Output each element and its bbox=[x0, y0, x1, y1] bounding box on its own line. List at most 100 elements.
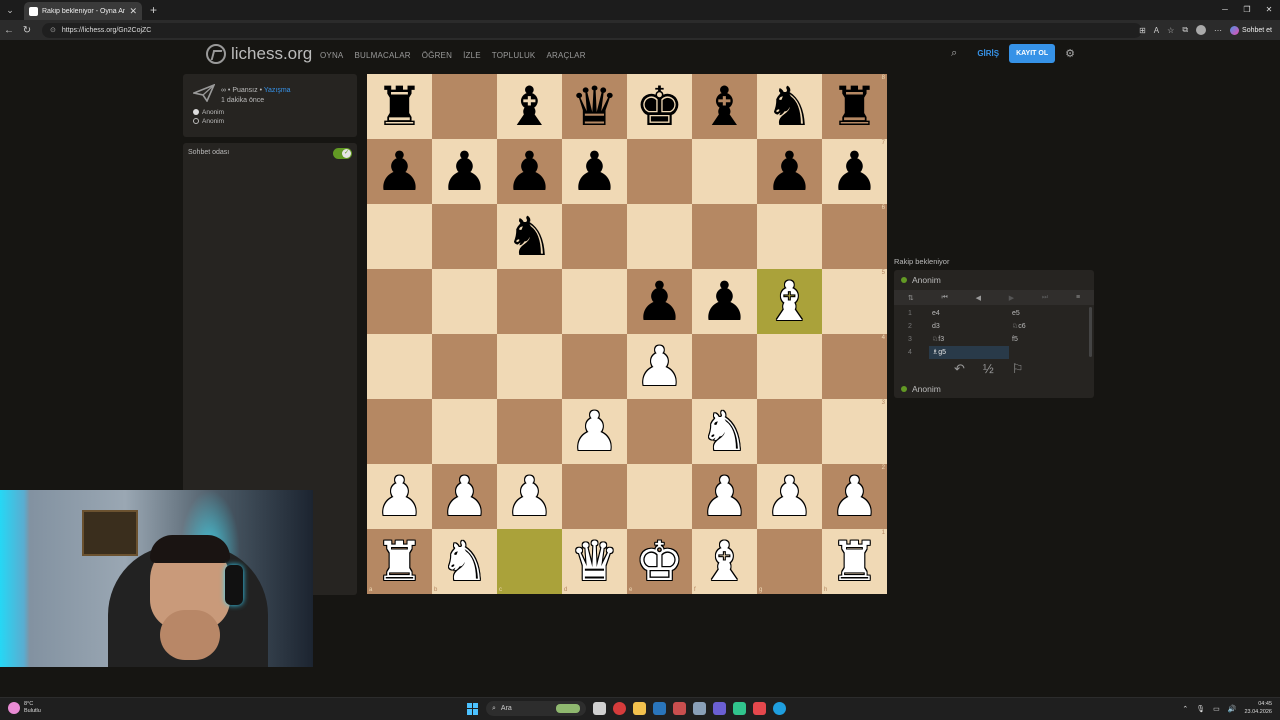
square-e4[interactable]: ♟ bbox=[627, 334, 692, 399]
white-move[interactable]: d3 bbox=[929, 320, 1009, 333]
white-king-icon[interactable]: ♚ bbox=[635, 534, 683, 589]
square-c5[interactable] bbox=[497, 269, 562, 334]
taskbar-clock[interactable]: 04:45 23.04.2026 bbox=[1244, 701, 1272, 716]
square-a4[interactable] bbox=[367, 334, 432, 399]
search-icon[interactable]: ⌕ bbox=[951, 47, 957, 60]
square-d4[interactable] bbox=[562, 334, 627, 399]
discord-icon[interactable] bbox=[713, 702, 726, 715]
minimize-icon[interactable]: ─ bbox=[1214, 0, 1236, 20]
close-tab-icon[interactable]: ✕ bbox=[129, 6, 137, 17]
nav-watch[interactable]: İZLE bbox=[463, 51, 481, 60]
white-queen-icon[interactable]: ♛ bbox=[570, 534, 618, 589]
square-c7[interactable]: ♟ bbox=[497, 139, 562, 204]
volume-icon[interactable]: 🔊 bbox=[1228, 705, 1237, 713]
nav-community[interactable]: TOPLULUK bbox=[492, 51, 536, 60]
square-e8[interactable]: ♚ bbox=[627, 74, 692, 139]
white-pawn-icon[interactable]: ♟ bbox=[375, 469, 423, 524]
copilot-button[interactable]: Sohbet et bbox=[1230, 25, 1272, 35]
square-e7[interactable] bbox=[627, 139, 692, 204]
square-g2[interactable]: ♟ bbox=[757, 464, 822, 529]
edge-icon[interactable] bbox=[773, 702, 786, 715]
white-pawn-icon[interactable]: ♟ bbox=[635, 339, 683, 394]
close-window-icon[interactable]: ✕ bbox=[1258, 0, 1280, 20]
square-g8[interactable]: ♞ bbox=[757, 74, 822, 139]
black-pawn-icon[interactable]: ♟ bbox=[570, 144, 618, 199]
app-green-icon[interactable] bbox=[733, 702, 746, 715]
tray-chevron-icon[interactable]: ⌃ bbox=[1182, 705, 1188, 713]
white-bishop-icon[interactable]: ♝ bbox=[700, 534, 748, 589]
white-bishop-icon[interactable]: ♝ bbox=[765, 274, 813, 329]
square-b5[interactable] bbox=[432, 269, 497, 334]
weather-widget[interactable]: 8°C Bulutlu bbox=[8, 701, 41, 715]
black-bishop-icon[interactable]: ♝ bbox=[700, 79, 748, 134]
black-knight-icon[interactable]: ♞ bbox=[765, 79, 813, 134]
square-a7[interactable]: ♟ bbox=[367, 139, 432, 204]
menu-icon[interactable]: ≡ bbox=[1076, 294, 1080, 301]
square-c3[interactable] bbox=[497, 399, 562, 464]
task-view-icon[interactable] bbox=[593, 702, 606, 715]
square-d3[interactable]: ♟ bbox=[562, 399, 627, 464]
white-rook-icon[interactable]: ♜ bbox=[375, 534, 423, 589]
square-d2[interactable] bbox=[562, 464, 627, 529]
login-link[interactable]: GİRİŞ bbox=[977, 49, 999, 58]
square-b6[interactable] bbox=[432, 204, 497, 269]
app-bolt-icon[interactable] bbox=[753, 702, 766, 715]
black-bishop-icon[interactable]: ♝ bbox=[505, 79, 553, 134]
square-b1[interactable]: ♞ b bbox=[432, 529, 497, 594]
taskbar-search[interactable]: ⌕ Ara bbox=[486, 701, 586, 716]
restore-icon[interactable]: ❐ bbox=[1236, 0, 1258, 20]
square-h3[interactable]: 3 bbox=[822, 399, 887, 464]
black-king-icon[interactable]: ♚ bbox=[635, 79, 683, 134]
square-c1[interactable]: c bbox=[497, 529, 562, 594]
square-e2[interactable] bbox=[627, 464, 692, 529]
square-a2[interactable]: ♟ bbox=[367, 464, 432, 529]
chess-board[interactable]: ♜ ♝ ♛ ♚ ♝ ♞ ♜ 8 ♟ ♟ ♟ ♟ ♟ ♟ 7 ♞ 6 ♟ ♟ ♝ 5 ♟ 4 ♟ ♞ 3 ♟ ♟ ♟ ♟ ♟ ♟ 2 ♜ a ♞ b c ♛ d… bbox=[367, 74, 887, 594]
square-d7[interactable]: ♟ bbox=[562, 139, 627, 204]
opera-icon[interactable] bbox=[613, 702, 626, 715]
square-b7[interactable]: ♟ bbox=[432, 139, 497, 204]
prev-move-icon[interactable]: ◀ bbox=[976, 294, 981, 302]
black-rook-icon[interactable]: ♜ bbox=[375, 79, 423, 134]
square-g5[interactable]: ♝ bbox=[757, 269, 822, 334]
square-h8[interactable]: ♜ 8 bbox=[822, 74, 887, 139]
square-b3[interactable] bbox=[432, 399, 497, 464]
square-d1[interactable]: ♛ d bbox=[562, 529, 627, 594]
square-e1[interactable]: ♚ e bbox=[627, 529, 692, 594]
file-explorer-icon[interactable] bbox=[633, 702, 646, 715]
square-c6[interactable]: ♞ bbox=[497, 204, 562, 269]
square-f4[interactable] bbox=[692, 334, 757, 399]
square-a3[interactable] bbox=[367, 399, 432, 464]
resign-flag-icon[interactable]: ⚐ bbox=[1012, 361, 1024, 377]
back-icon[interactable]: ← bbox=[0, 25, 18, 36]
black-rook-icon[interactable]: ♜ bbox=[830, 79, 878, 134]
white-knight-icon[interactable]: ♞ bbox=[700, 404, 748, 459]
black-move[interactable]: e5 bbox=[1009, 307, 1089, 320]
white-knight-icon[interactable]: ♞ bbox=[440, 534, 488, 589]
white-move[interactable]: ♘f3 bbox=[929, 333, 1009, 346]
move-list-scrollbar[interactable] bbox=[1089, 307, 1092, 357]
square-b2[interactable]: ♟ bbox=[432, 464, 497, 529]
extensions-icon[interactable]: ⧉ bbox=[1182, 25, 1188, 35]
square-h6[interactable]: 6 bbox=[822, 204, 887, 269]
square-c8[interactable]: ♝ bbox=[497, 74, 562, 139]
square-a1[interactable]: ♜ a bbox=[367, 529, 432, 594]
black-move[interactable]: ♘c6 bbox=[1009, 320, 1089, 333]
more-menu-icon[interactable]: ⋯ bbox=[1214, 26, 1222, 35]
square-f2[interactable]: ♟ bbox=[692, 464, 757, 529]
nav-learn[interactable]: ÖĞREN bbox=[422, 51, 452, 60]
last-move-icon[interactable]: ⏭ bbox=[1042, 294, 1048, 302]
favorite-star-icon[interactable]: ☆ bbox=[1167, 26, 1174, 35]
black-move[interactable]: f5 bbox=[1009, 333, 1089, 346]
app-network-icon[interactable] bbox=[693, 702, 706, 715]
square-d5[interactable] bbox=[562, 269, 627, 334]
square-h1[interactable]: ♜ 1 h bbox=[822, 529, 887, 594]
white-rook-icon[interactable]: ♜ bbox=[830, 534, 878, 589]
first-move-icon[interactable]: ⏮ bbox=[942, 294, 948, 302]
game-mode-link[interactable]: Yazışma bbox=[264, 87, 291, 94]
square-e3[interactable] bbox=[627, 399, 692, 464]
square-c4[interactable] bbox=[497, 334, 562, 399]
signup-button[interactable]: KAYIT OL bbox=[1009, 44, 1056, 63]
square-f6[interactable] bbox=[692, 204, 757, 269]
network-icon[interactable]: ▭ bbox=[1213, 705, 1220, 713]
square-f7[interactable] bbox=[692, 139, 757, 204]
